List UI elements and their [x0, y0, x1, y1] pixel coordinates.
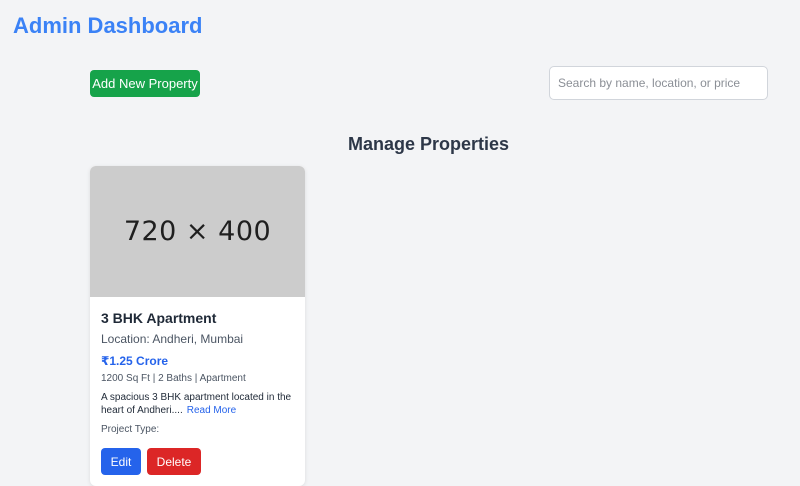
- property-project-type: Project Type:: [101, 424, 160, 435]
- property-price: ₹1.25 Crore: [101, 354, 169, 368]
- search-input[interactable]: [549, 66, 768, 100]
- property-meta: 1200 Sq Ft | 2 Baths | Apartment: [101, 373, 246, 384]
- property-location: Location: Andheri, Mumbai: [101, 332, 244, 346]
- read-more-link[interactable]: Read More: [187, 405, 236, 416]
- page-title: Admin Dashboard: [13, 13, 203, 38]
- edit-button[interactable]: Edit: [101, 448, 141, 475]
- delete-button[interactable]: Delete: [147, 448, 201, 475]
- section-title: Manage Properties: [347, 134, 510, 154]
- add-new-property-button[interactable]: Add New Property: [90, 70, 200, 97]
- property-title: 3 BHK Apartment: [101, 310, 217, 326]
- property-description: A spacious 3 BHK apartment located in th…: [101, 391, 296, 417]
- property-card: 720 × 400 3 BHK Apartment Location: Andh…: [90, 166, 305, 486]
- property-image-placeholder: 720 × 400: [90, 166, 305, 297]
